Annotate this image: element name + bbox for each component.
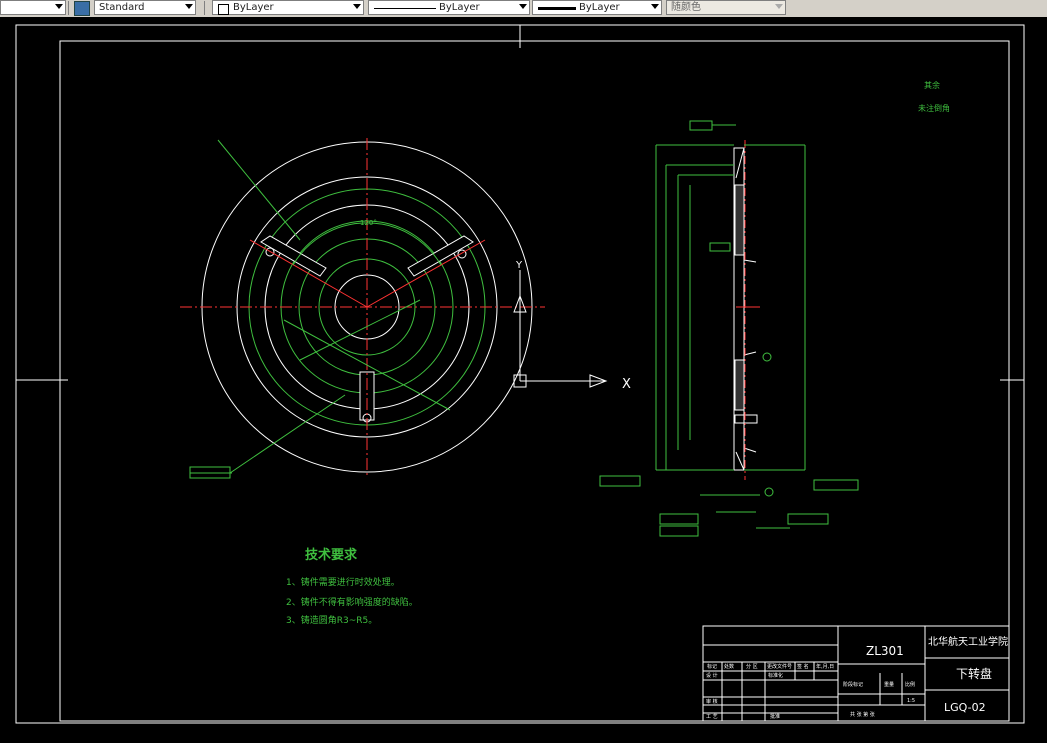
part-name: 下转盘 — [956, 666, 992, 681]
roughness-note-1: 其余 — [924, 80, 940, 90]
layer-color-select[interactable]: ByLayer — [212, 0, 364, 15]
tb-weight: 重量 — [884, 681, 894, 688]
tb-count: 处数 — [724, 663, 734, 670]
ucs-y-label: Y — [515, 260, 523, 271]
text-style-value: Standard — [99, 2, 145, 13]
tb-change-doc: 更改文件号 — [767, 663, 792, 670]
text-style-icon[interactable] — [74, 1, 90, 16]
front-view: 120° — [180, 138, 545, 479]
tb-approve: 批准 — [770, 713, 780, 720]
chevron-down-icon — [775, 4, 783, 9]
linetype-select[interactable]: ByLayer — [368, 0, 530, 15]
layer-color-value: ByLayer — [233, 2, 274, 13]
tb-zone: 分 区 — [746, 663, 758, 670]
toolbar-separator — [68, 1, 69, 15]
tech-item-3: 3、铸造圆角R3~R5。 — [286, 614, 377, 626]
chevron-down-icon — [651, 4, 659, 9]
tech-item-2: 2、铸件不得有影响强度的缺陷。 — [286, 596, 418, 608]
roughness-note-2: 未注倒角 — [918, 103, 950, 113]
plotstyle-select: 随颜色 — [666, 0, 786, 15]
chevron-down-icon — [185, 4, 193, 9]
text-style-select[interactable]: Standard — [94, 0, 196, 15]
toolbar-separator — [204, 1, 205, 15]
plotstyle-value: 随颜色 — [671, 2, 701, 13]
lineweight-value: ByLayer — [579, 2, 620, 13]
drawing-canvas[interactable]: 120° X Y 其余 未注倒角 技术要求 1、铸件需要进行时效处理。 2、铸件… — [0, 17, 1047, 739]
tb-sheet: 共 张 第 张 — [850, 711, 875, 718]
prev-combo[interactable] — [0, 0, 66, 15]
material-label: ZL301 — [866, 644, 904, 658]
tb-stage: 阶段标记 — [843, 681, 863, 688]
angle-label: 120° — [360, 219, 377, 227]
chevron-down-icon — [519, 4, 527, 9]
lineweight-sample-icon — [538, 7, 576, 10]
lineweight-select[interactable]: ByLayer — [532, 0, 662, 15]
ucs-icon — [513, 270, 608, 388]
tb-process: 工 艺 — [706, 714, 718, 720]
linetype-value: ByLayer — [439, 2, 480, 13]
school-name: 北华航天工业学院 — [928, 635, 1008, 648]
linetype-sample-icon — [374, 8, 436, 9]
tb-mark: 标记 — [707, 663, 717, 670]
drawing-number: LGQ-02 — [944, 701, 986, 714]
section-view — [599, 120, 859, 537]
tb-std: 标准化 — [768, 672, 783, 679]
tb-sign: 签 名 — [797, 663, 809, 670]
tb-review: 审 核 — [706, 698, 718, 705]
tech-requirements-title: 技术要求 — [305, 547, 358, 563]
drawing-svg: 120° X Y 其余 未注倒角 技术要求 1、铸件需要进行时效处理。 2、铸件… — [15, 24, 1025, 724]
tech-item-1: 1、铸件需要进行时效处理。 — [286, 576, 400, 588]
chevron-down-icon — [353, 4, 361, 9]
ucs-x-label: X — [622, 377, 631, 392]
tb-ratio: 比例 — [905, 681, 915, 688]
properties-toolbar: Standard ByLayer ByLayer ByLayer 随颜色 — [0, 0, 1047, 18]
color-swatch-icon — [218, 4, 229, 15]
chevron-down-icon — [55, 4, 63, 9]
tb-scale: 1:5 — [907, 698, 915, 704]
tb-date: 年,月,日 — [816, 663, 834, 670]
tb-design: 设 计 — [706, 672, 718, 679]
